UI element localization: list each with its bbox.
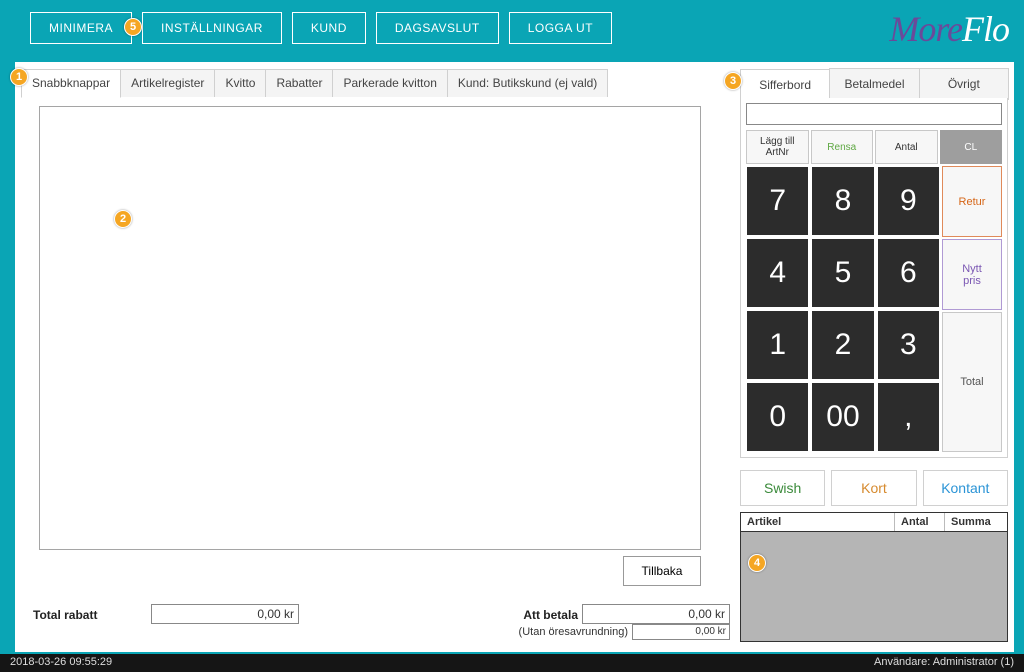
keypad-side: Retur Nytt pris Total	[942, 166, 1002, 452]
total-discount-label: Total rabatt	[33, 608, 97, 622]
annotation-3: 3	[724, 72, 742, 90]
article-header: Artikel Antal Summa	[741, 513, 1007, 532]
to-pay-value: 0,00 kr	[582, 604, 730, 624]
main-content: Snabbknappar Artikelregister Kvitto Raba…	[15, 62, 1014, 652]
back-button[interactable]: Tillbaka	[623, 556, 701, 586]
col-summa: Summa	[945, 513, 1007, 531]
tab-sifferbord[interactable]: Sifferbord	[740, 69, 830, 101]
logout-button[interactable]: LOGGA UT	[509, 12, 612, 44]
key-8[interactable]: 8	[811, 166, 874, 236]
new-price-button[interactable]: Nytt pris	[942, 239, 1002, 310]
logo-right: Flo	[962, 9, 1009, 49]
key-9[interactable]: 9	[877, 166, 940, 236]
totals-row: Total rabatt 0,00 kr Att betala 0,00 kr	[33, 604, 730, 624]
pay-swish-button[interactable]: Swish	[740, 470, 825, 506]
tab-snabbknappar[interactable]: Snabbknappar	[21, 69, 121, 98]
tab-kvitto[interactable]: Kvitto	[214, 69, 266, 97]
pay-kort-button[interactable]: Kort	[831, 470, 916, 506]
article-list: Artikel Antal Summa	[740, 512, 1008, 642]
no-rounding-value: 0,00 kr	[632, 624, 730, 640]
tab-rabatter[interactable]: Rabatter	[265, 69, 333, 97]
status-datetime: 2018-03-26 09:55:29	[10, 656, 112, 670]
key-7[interactable]: 7	[746, 166, 809, 236]
tab-parkerade[interactable]: Parkerade kvitton	[332, 69, 447, 97]
col-antal: Antal	[895, 513, 945, 531]
payment-row: Swish Kort Kontant	[740, 470, 1008, 506]
quickbuttons-area	[39, 106, 701, 550]
settings-button[interactable]: INSTÄLLNINGAR	[142, 12, 282, 44]
annotation-5: 5	[124, 18, 142, 36]
tab-artikelregister[interactable]: Artikelregister	[120, 69, 215, 97]
tab-ovrigt[interactable]: Övrigt	[919, 68, 1009, 100]
key-00[interactable]: 00	[811, 382, 874, 452]
key-4[interactable]: 4	[746, 238, 809, 308]
total-button[interactable]: Total	[942, 312, 1002, 452]
header-buttons: MINIMERA INSTÄLLNINGAR KUND DAGSAVSLUT L…	[30, 12, 612, 44]
total-discount-value: 0,00 kr	[151, 604, 299, 624]
tabs-right: Sifferbord Betalmedel Övrigt	[740, 68, 1008, 100]
retur-button[interactable]: Retur	[942, 166, 1002, 237]
add-artnr-button[interactable]: Lägg till ArtNr	[746, 130, 809, 164]
tab-betalmedel[interactable]: Betalmedel	[829, 68, 919, 100]
key-6[interactable]: 6	[877, 238, 940, 308]
annotation-1: 1	[10, 68, 28, 86]
annotation-4: 4	[748, 554, 766, 572]
key-2[interactable]: 2	[811, 310, 874, 380]
logo-left: More	[889, 9, 962, 49]
minimize-button[interactable]: MINIMERA	[30, 12, 132, 44]
status-user: Användare: Administrator (1)	[874, 656, 1014, 670]
tabs-left: Snabbknappar Artikelregister Kvitto Raba…	[21, 68, 607, 97]
cl-button[interactable]: CL	[940, 130, 1003, 164]
keypad-input[interactable]	[746, 103, 1002, 125]
keypad-panel: Lägg till ArtNr Rensa Antal CL 7 8 9 4 5…	[740, 98, 1008, 458]
key-1[interactable]: 1	[746, 310, 809, 380]
quantity-button[interactable]: Antal	[875, 130, 938, 164]
keypad-numbers: 7 8 9 4 5 6 1 2 3 0 00 ,	[746, 166, 940, 452]
key-5[interactable]: 5	[811, 238, 874, 308]
key-comma[interactable]: ,	[877, 382, 940, 452]
no-rounding-label: (Utan öresavrundning)	[519, 626, 628, 638]
no-rounding-row: (Utan öresavrundning) 0,00 kr	[33, 624, 730, 642]
to-pay-label: Att betala	[523, 608, 578, 622]
annotation-2: 2	[114, 210, 132, 228]
col-artikel: Artikel	[741, 513, 895, 531]
status-bar: 2018-03-26 09:55:29 Användare: Administr…	[0, 654, 1024, 672]
logo: MoreFlo	[889, 8, 1009, 50]
key-3[interactable]: 3	[877, 310, 940, 380]
clear-button[interactable]: Rensa	[811, 130, 874, 164]
dayclose-button[interactable]: DAGSAVSLUT	[376, 12, 499, 44]
tab-kund[interactable]: Kund: Butikskund (ej vald)	[447, 69, 608, 97]
key-0[interactable]: 0	[746, 382, 809, 452]
customer-button[interactable]: KUND	[292, 12, 366, 44]
pay-kontant-button[interactable]: Kontant	[923, 470, 1008, 506]
